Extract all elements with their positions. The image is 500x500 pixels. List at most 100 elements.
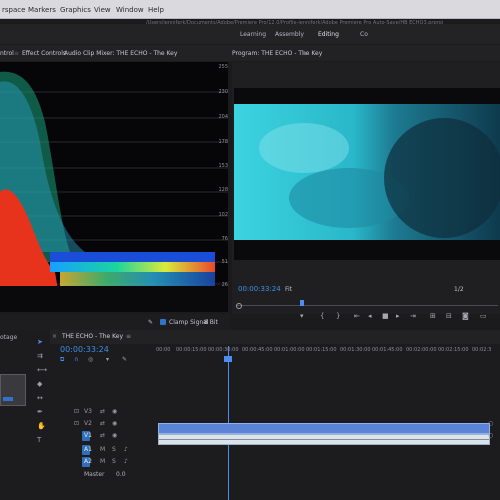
- scrub-playhead[interactable]: [300, 300, 304, 306]
- razor-tool-icon[interactable]: ◆: [37, 380, 42, 388]
- step-forward-icon[interactable]: ▸: [396, 312, 400, 320]
- time-ruler[interactable]: 00:00 00:00:15:00 00:00:30:00 00:00:45:0…: [156, 344, 500, 364]
- mark-in-icon[interactable]: {: [320, 312, 324, 320]
- timeline-close-icon[interactable]: ×: [52, 333, 57, 340]
- eye-icon[interactable]: ◉: [112, 408, 117, 415]
- program-video-frame[interactable]: [234, 88, 500, 260]
- go-to-in-icon[interactable]: ⇤: [354, 312, 360, 320]
- tab-audio-clip-mixer[interactable]: Audio Clip Mixer: THE ECHO - The Key: [64, 50, 177, 57]
- go-to-out-icon[interactable]: ⇥: [410, 312, 416, 320]
- panel-menu-icon[interactable]: ≡: [302, 50, 307, 57]
- selection-tool-icon[interactable]: ➤: [37, 338, 43, 346]
- lumetri-scope: [0, 62, 228, 312]
- menu-graphics[interactable]: Graphics: [60, 6, 91, 14]
- track-select-icon[interactable]: ⇉: [37, 352, 43, 360]
- extract-icon[interactable]: ⊟: [446, 312, 452, 320]
- track-header-a3-hidden: [62, 458, 72, 470]
- wrench-icon[interactable]: ✎: [148, 319, 153, 326]
- track-label: V1: [84, 432, 92, 439]
- workspace-bar: Learning Assembly Editing Co: [0, 24, 500, 44]
- solo-icon[interactable]: S: [112, 446, 116, 453]
- menu-markers[interactable]: Markers: [28, 6, 56, 14]
- menu-help[interactable]: Help: [148, 6, 164, 14]
- workspace-color[interactable]: Co: [360, 31, 368, 38]
- program-scrubber[interactable]: [236, 300, 498, 310]
- add-marker-timeline-icon[interactable]: ▾: [106, 356, 109, 363]
- lock-icon[interactable]: ⊡: [74, 420, 79, 427]
- hand-tool-icon[interactable]: ✋: [37, 422, 46, 430]
- zoom-level-dropdown[interactable]: Fit: [285, 286, 292, 293]
- timeline-timecode[interactable]: 00:00:33:24: [60, 345, 109, 354]
- menu-bar: rspace Markers Graphics View Window Help: [0, 0, 500, 19]
- video-frame-image: [234, 104, 500, 240]
- menu-view[interactable]: View: [94, 6, 111, 14]
- timeline-settings-icon[interactable]: ✎: [122, 356, 127, 363]
- playback-resolution-dropdown[interactable]: 1/2: [454, 286, 464, 293]
- stop-icon[interactable]: ■: [382, 312, 389, 320]
- sync-lock-icon[interactable]: ⇄: [100, 420, 105, 427]
- track-header-v2: ⊡ V2 ⇄ ◉: [62, 418, 156, 430]
- ruler-label: 00:02:3: [472, 347, 492, 353]
- comparison-view-icon[interactable]: ▭: [480, 312, 487, 320]
- linked-selection-icon[interactable]: ◎: [88, 356, 93, 363]
- eye-icon[interactable]: ◉: [112, 432, 117, 439]
- sequence-menu-icon[interactable]: ≡: [126, 333, 131, 340]
- timeline-right-edge-icons: ○ ○: [488, 420, 496, 444]
- waveform-scope-graphic: [0, 71, 228, 312]
- sequence-tab[interactable]: THE ECHO - The Key: [62, 333, 123, 340]
- scroll-handle-icon[interactable]: ○: [488, 432, 493, 439]
- scrub-track: [236, 305, 498, 306]
- menu-workspace[interactable]: rspace: [2, 6, 25, 14]
- mute-icon[interactable]: M: [100, 446, 105, 453]
- eye-icon[interactable]: ◉: [112, 420, 117, 427]
- project-media-thumbnail[interactable]: [0, 374, 26, 406]
- step-back-icon[interactable]: ◂: [368, 312, 372, 320]
- track-header-v1: V1 ⇄ ◉: [62, 430, 156, 442]
- tab-effect-controls[interactable]: Effect Controls: [22, 50, 66, 57]
- menu-window[interactable]: Window: [116, 6, 144, 14]
- bit-depth-dropdown[interactable]: 8 Bit: [204, 319, 218, 326]
- nest-icon[interactable]: ⧉: [60, 356, 64, 364]
- clamp-checkbox[interactable]: [160, 319, 166, 325]
- lock-icon[interactable]: ⊡: [74, 408, 79, 415]
- scale-230: 230: [218, 89, 228, 95]
- lift-icon[interactable]: ⊞: [430, 312, 436, 320]
- video-clip-v1[interactable]: [158, 423, 490, 434]
- mute-icon[interactable]: M: [100, 458, 105, 465]
- ripple-edit-icon[interactable]: ⟷: [37, 366, 47, 374]
- program-monitor-header: Program: THE ECHO - The Key ≡: [230, 45, 500, 61]
- add-marker-icon[interactable]: ▾: [300, 312, 304, 320]
- track-label: A1: [84, 446, 92, 453]
- type-tool-icon[interactable]: T: [37, 436, 41, 444]
- mic-icon[interactable]: ♪: [124, 446, 128, 453]
- sync-lock-icon[interactable]: ⇄: [100, 432, 105, 439]
- workspace-learning[interactable]: Learning: [240, 31, 266, 38]
- sync-lock-icon[interactable]: ⇄: [100, 408, 105, 415]
- scroll-handle-icon[interactable]: ○: [488, 420, 493, 427]
- transport-controls: ▾ { } ⇤ ◂ ■ ▸ ⇥ ⊞ ⊟ ◙ ▭: [236, 310, 500, 324]
- workspace-editing[interactable]: Editing: [318, 31, 339, 38]
- scale-204: 204: [218, 114, 228, 120]
- ruler-label: 00:00:45:00: [242, 347, 273, 353]
- ruler-label: 00:01:45:00: [372, 347, 403, 353]
- snap-icon[interactable]: ∩: [74, 356, 78, 363]
- scrub-start-marker[interactable]: [236, 303, 242, 309]
- scale-255: 255: [218, 64, 228, 70]
- slip-tool-icon[interactable]: ↔: [37, 394, 43, 402]
- master-volume-value[interactable]: 0.0: [116, 471, 126, 478]
- program-timecode[interactable]: 00:00:33:24: [238, 285, 281, 293]
- scale-178: 178: [218, 139, 228, 145]
- tab-source-control[interactable]: ntrol: [0, 50, 14, 57]
- solo-icon[interactable]: S: [112, 458, 116, 465]
- mark-out-icon[interactable]: }: [336, 312, 340, 320]
- mic-icon[interactable]: ♪: [124, 458, 128, 465]
- project-panel-tab[interactable]: otage: [0, 334, 17, 341]
- tab-menu-icon[interactable]: ≡: [14, 50, 19, 57]
- ruler-label: 00:01:00:00: [274, 347, 305, 353]
- audio-clip-a1[interactable]: [158, 434, 490, 445]
- workspace-assembly[interactable]: Assembly: [275, 31, 304, 38]
- export-frame-icon[interactable]: ◙: [462, 312, 469, 320]
- pen-tool-icon[interactable]: ✒: [37, 408, 43, 416]
- source-panel-tabs: ntrol ≡ Effect Controls Audio Clip Mixer…: [0, 45, 230, 61]
- program-monitor-title[interactable]: Program: THE ECHO - The Key: [232, 50, 322, 57]
